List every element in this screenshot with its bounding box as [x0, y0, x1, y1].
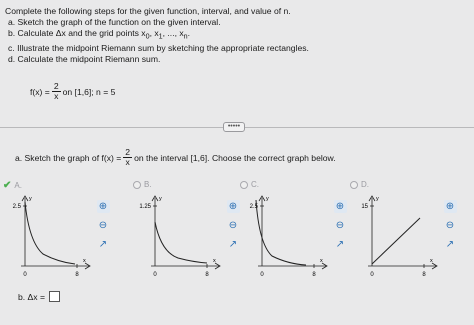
- intro-text: Complete the following steps for the giv…: [5, 6, 291, 16]
- radio-button[interactable]: [133, 180, 141, 189]
- option-d[interactable]: D. 15 y x 0 8 ⊕ ⊖ ↗: [350, 180, 462, 280]
- y-tick-label: 15: [361, 204, 368, 210]
- x-tick-label-0: 0: [153, 272, 157, 278]
- option-letter: C.: [251, 180, 259, 189]
- y-tick-label: 2.5: [250, 204, 259, 210]
- question-fraction: 2 x: [123, 147, 133, 167]
- option-b[interactable]: B. 1.25 y x 0 8 ⊕ ⊖ ↗: [133, 180, 245, 280]
- radio-button[interactable]: [350, 180, 358, 189]
- option-letter: D.: [361, 180, 369, 189]
- check-icon: ✔: [3, 180, 12, 191]
- zoom-out-icon[interactable]: ⊖: [97, 219, 110, 232]
- popout-icon[interactable]: ↗: [97, 238, 110, 251]
- function-fraction: 2 x: [51, 81, 61, 101]
- answer-row: b. Δx =: [18, 291, 60, 302]
- x-axis-label: x: [83, 258, 86, 264]
- x-tick-label-0: 0: [260, 272, 264, 278]
- y-tick-label: 1.25: [139, 204, 151, 210]
- option-c[interactable]: C. 2.5 y x 0 8 ⊕ ⊖ ↗: [240, 180, 352, 280]
- function-curve: [255, 199, 307, 266]
- y-axis-label: y: [29, 196, 32, 202]
- x-axis-label: x: [430, 258, 433, 264]
- zoom-in-icon[interactable]: ⊕: [443, 200, 457, 213]
- option-graph: 15 y x 0 8: [361, 195, 438, 278]
- x-axis-label: x: [320, 258, 323, 264]
- option-a[interactable]: ✔ A. 2.5 y x 0 8 ⊕ ⊖ ↗: [3, 180, 115, 280]
- expand-button[interactable]: •••••: [223, 122, 245, 132]
- x-tick-label-0: 0: [370, 272, 374, 278]
- question-text: a. Sketch the graph of f(x) = 2 x on the…: [15, 147, 336, 167]
- option-label: ✔ A.: [3, 180, 22, 191]
- x-tick-label-8: 8: [312, 272, 316, 278]
- x-tick-label-8: 8: [75, 272, 79, 278]
- option-label: B.: [133, 180, 152, 189]
- option-graph: 2.5 y x 0 8: [13, 195, 91, 278]
- zoom-out-icon[interactable]: ⊖: [227, 219, 240, 232]
- zoom-out-icon[interactable]: ⊖: [444, 219, 457, 232]
- x-tick-label-0: 0: [23, 272, 27, 278]
- graph-tools: ⊕ ⊖ ↗: [225, 200, 241, 251]
- delta-x-input[interactable]: [49, 291, 60, 302]
- option-graph: 2.5 y x 0 8: [250, 195, 328, 278]
- popout-icon[interactable]: ↗: [334, 238, 347, 251]
- function-curve: [24, 201, 76, 265]
- zoom-in-icon[interactable]: ⊕: [96, 200, 110, 213]
- x-axis-label: x: [213, 258, 216, 264]
- graph-tools: ⊕ ⊖ ↗: [332, 200, 348, 251]
- y-axis-label: y: [376, 196, 379, 202]
- step-d: d. Calculate the midpoint Riemann sum.: [8, 53, 161, 64]
- function-curve: [371, 217, 421, 265]
- step-a: a. Sketch the graph of the function on t…: [8, 17, 221, 27]
- zoom-in-icon[interactable]: ⊕: [226, 200, 240, 213]
- function-definition: f(x) = 2 x on [1,6]; n = 5: [30, 81, 116, 101]
- graph-tools: ⊕ ⊖ ↗: [442, 200, 458, 251]
- zoom-in-icon[interactable]: ⊕: [333, 200, 347, 213]
- popout-icon[interactable]: ↗: [227, 238, 240, 251]
- y-axis-label: y: [159, 196, 162, 202]
- x-tick-label-8: 8: [422, 272, 426, 278]
- y-tick-label: 2.5: [13, 204, 22, 210]
- option-label: D.: [350, 180, 369, 189]
- y-axis-label: y: [266, 196, 269, 202]
- x-tick-label-8: 8: [205, 272, 209, 278]
- problem-statement: Complete the following steps for the giv…: [0, 0, 474, 128]
- option-label: C.: [240, 180, 259, 189]
- graph-tools: ⊕ ⊖ ↗: [95, 200, 111, 251]
- step-c: c. Illustrate the midpoint Riemann sum b…: [8, 42, 309, 53]
- option-graph: 1.25 y x 0 8: [139, 195, 221, 278]
- popout-icon[interactable]: ↗: [444, 238, 457, 251]
- function-curve: [154, 221, 208, 264]
- radio-button[interactable]: [240, 180, 248, 189]
- option-letter: A.: [14, 181, 22, 190]
- step-b: b. Calculate Δx and the grid points x0, …: [8, 28, 191, 41]
- zoom-out-icon[interactable]: ⊖: [334, 219, 347, 232]
- option-letter: B.: [144, 180, 152, 189]
